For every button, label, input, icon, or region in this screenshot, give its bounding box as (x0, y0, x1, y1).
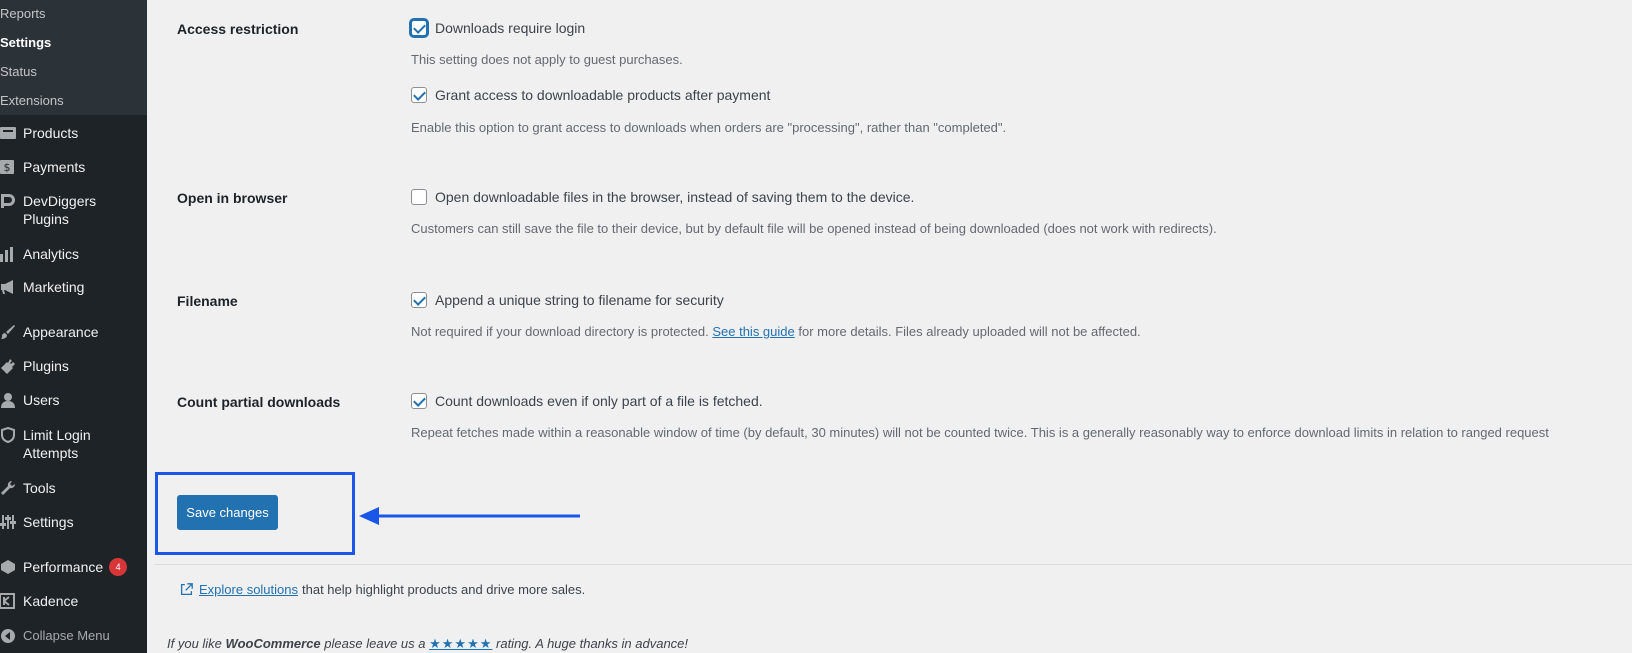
svg-text:$: $ (4, 161, 11, 174)
open-in-browser-option[interactable]: Open downloadable files in the browser, … (411, 189, 914, 205)
access-desc-2: Enable this option to grant access to do… (411, 120, 1007, 135)
sidebar-item-label: DevDiggers Plugins (23, 193, 97, 227)
sidebar-item-tools[interactable]: Tools (0, 479, 147, 497)
sidebar-item-label: Performance (23, 559, 104, 575)
count-partial-checkbox[interactable] (411, 393, 427, 409)
explore-text: that help highlight products and drive m… (302, 582, 586, 597)
notification-badge: 4 (109, 558, 128, 576)
sidebar-item-label: Tools (23, 480, 56, 496)
access-desc-1: This setting does not apply to guest pur… (411, 52, 683, 67)
filename-label: Filename (177, 293, 238, 309)
sidebar-item-label: Payments (23, 159, 86, 175)
option-label: Open downloadable files in the browser, … (435, 189, 915, 205)
grant-access-checkbox[interactable] (411, 87, 427, 103)
desc-text: for more details. Files already uploaded… (798, 324, 1141, 339)
sidebar-item-plugins[interactable]: Plugins (0, 357, 147, 375)
wrench-icon (0, 479, 16, 497)
collapse-arrow-icon (0, 627, 16, 645)
devdiggers-icon (0, 192, 16, 210)
count-partial-option[interactable]: Count downloads even if only part of a f… (411, 393, 763, 409)
sidebar-item-label: Analytics (23, 246, 80, 262)
downloads-require-login-checkbox[interactable] (411, 20, 427, 36)
arrow-annotation-icon (359, 507, 580, 525)
partial-desc: Repeat fetches made within a reasonable … (411, 425, 1549, 440)
collapse-menu-button[interactable]: Collapse Menu (0, 627, 147, 645)
sidebar-item-products[interactable]: Products (0, 124, 147, 142)
sidebar-item-limit-login[interactable]: Limit Login Attempts (0, 426, 147, 462)
sidebar-item-label: Settings (23, 514, 74, 530)
submenu-extensions[interactable]: Extensions (0, 89, 147, 118)
footer-text: If you like (167, 636, 222, 651)
option-label: Downloads require login (435, 20, 586, 36)
footer-text: please leave us a (324, 636, 426, 651)
woocommerce-submenu: Reports Settings Status Extensions (0, 0, 147, 115)
sidebar-item-devdiggers[interactable]: DevDiggers Plugins (0, 192, 147, 228)
explore-solutions-link[interactable]: Explore solutions (199, 582, 298, 597)
sidebar-item-users[interactable]: Users (0, 391, 147, 409)
footer-text: rating. A huge thanks in advance! (496, 636, 689, 651)
downloads-require-login-option[interactable]: Downloads require login (411, 20, 585, 36)
filename-desc: Not required if your download directory … (411, 324, 1141, 339)
dollar-icon: $ (0, 158, 16, 176)
browser-desc: Customers can still save the file to the… (411, 221, 1217, 236)
sidebar-item-kadence[interactable]: Kadence (0, 592, 147, 610)
submenu-status[interactable]: Status (0, 60, 147, 89)
collapse-menu-label: Collapse Menu (23, 628, 110, 643)
external-link-icon (180, 583, 193, 596)
option-label: Grant access to downloadable products af… (435, 87, 771, 103)
sidebar-item-label: Limit Login Attempts (23, 427, 91, 461)
sidebar-item-settings[interactable]: Settings (0, 513, 147, 531)
paintbrush-icon (0, 323, 16, 341)
bar-chart-icon (0, 245, 16, 263)
megaphone-icon (0, 278, 16, 296)
rating-stars-link[interactable]: ★★★★★ (429, 636, 492, 651)
sidebar-item-analytics[interactable]: Analytics (0, 245, 147, 263)
sidebar-item-label: Plugins (23, 358, 69, 374)
sidebar-item-label: Products (23, 125, 79, 141)
plug-icon (0, 357, 16, 375)
divider (155, 564, 1632, 565)
option-label: Count downloads even if only part of a f… (435, 393, 763, 409)
sliders-icon (0, 513, 16, 531)
open-in-browser-label: Open in browser (177, 190, 288, 206)
admin-sidebar: Reports Settings Status Extensions Produ… (0, 0, 147, 653)
open-in-browser-checkbox[interactable] (411, 189, 427, 205)
sidebar-item-payments[interactable]: $ Payments (0, 158, 147, 176)
count-partial-label: Count partial downloads (177, 394, 341, 410)
sidebar-item-label: Appearance (23, 324, 99, 340)
option-label: Append a unique string to filename for s… (435, 292, 724, 308)
kadence-icon (0, 592, 16, 610)
explore-solutions: Explore solutions that help highlight pr… (180, 582, 585, 597)
sidebar-item-marketing[interactable]: Marketing (0, 278, 147, 296)
sidebar-item-label: Users (23, 392, 60, 408)
footer-brand: WooCommerce (225, 636, 321, 651)
append-unique-string-checkbox[interactable] (411, 292, 427, 308)
grant-access-option[interactable]: Grant access to downloadable products af… (411, 87, 770, 103)
submenu-reports[interactable]: Reports (0, 2, 147, 31)
desc-text: Not required if your download directory … (411, 324, 709, 339)
sidebar-item-label: Kadence (23, 593, 79, 609)
performance-icon (0, 558, 16, 576)
user-icon (0, 391, 16, 409)
save-changes-button[interactable]: Save changes (177, 495, 278, 530)
shield-icon (0, 426, 16, 444)
footer-rating-text: If you like WooCommerce please leave us … (167, 636, 688, 652)
submenu-settings[interactable]: Settings (0, 31, 147, 60)
see-this-guide-link[interactable]: See this guide (712, 324, 794, 339)
append-unique-string-option[interactable]: Append a unique string to filename for s… (411, 292, 724, 308)
sidebar-item-appearance[interactable]: Appearance (0, 323, 147, 341)
access-restriction-label: Access restriction (177, 21, 299, 37)
archive-icon (0, 124, 16, 142)
sidebar-item-label: Marketing (23, 279, 85, 295)
sidebar-item-performance[interactable]: Performance 4 (0, 558, 147, 576)
